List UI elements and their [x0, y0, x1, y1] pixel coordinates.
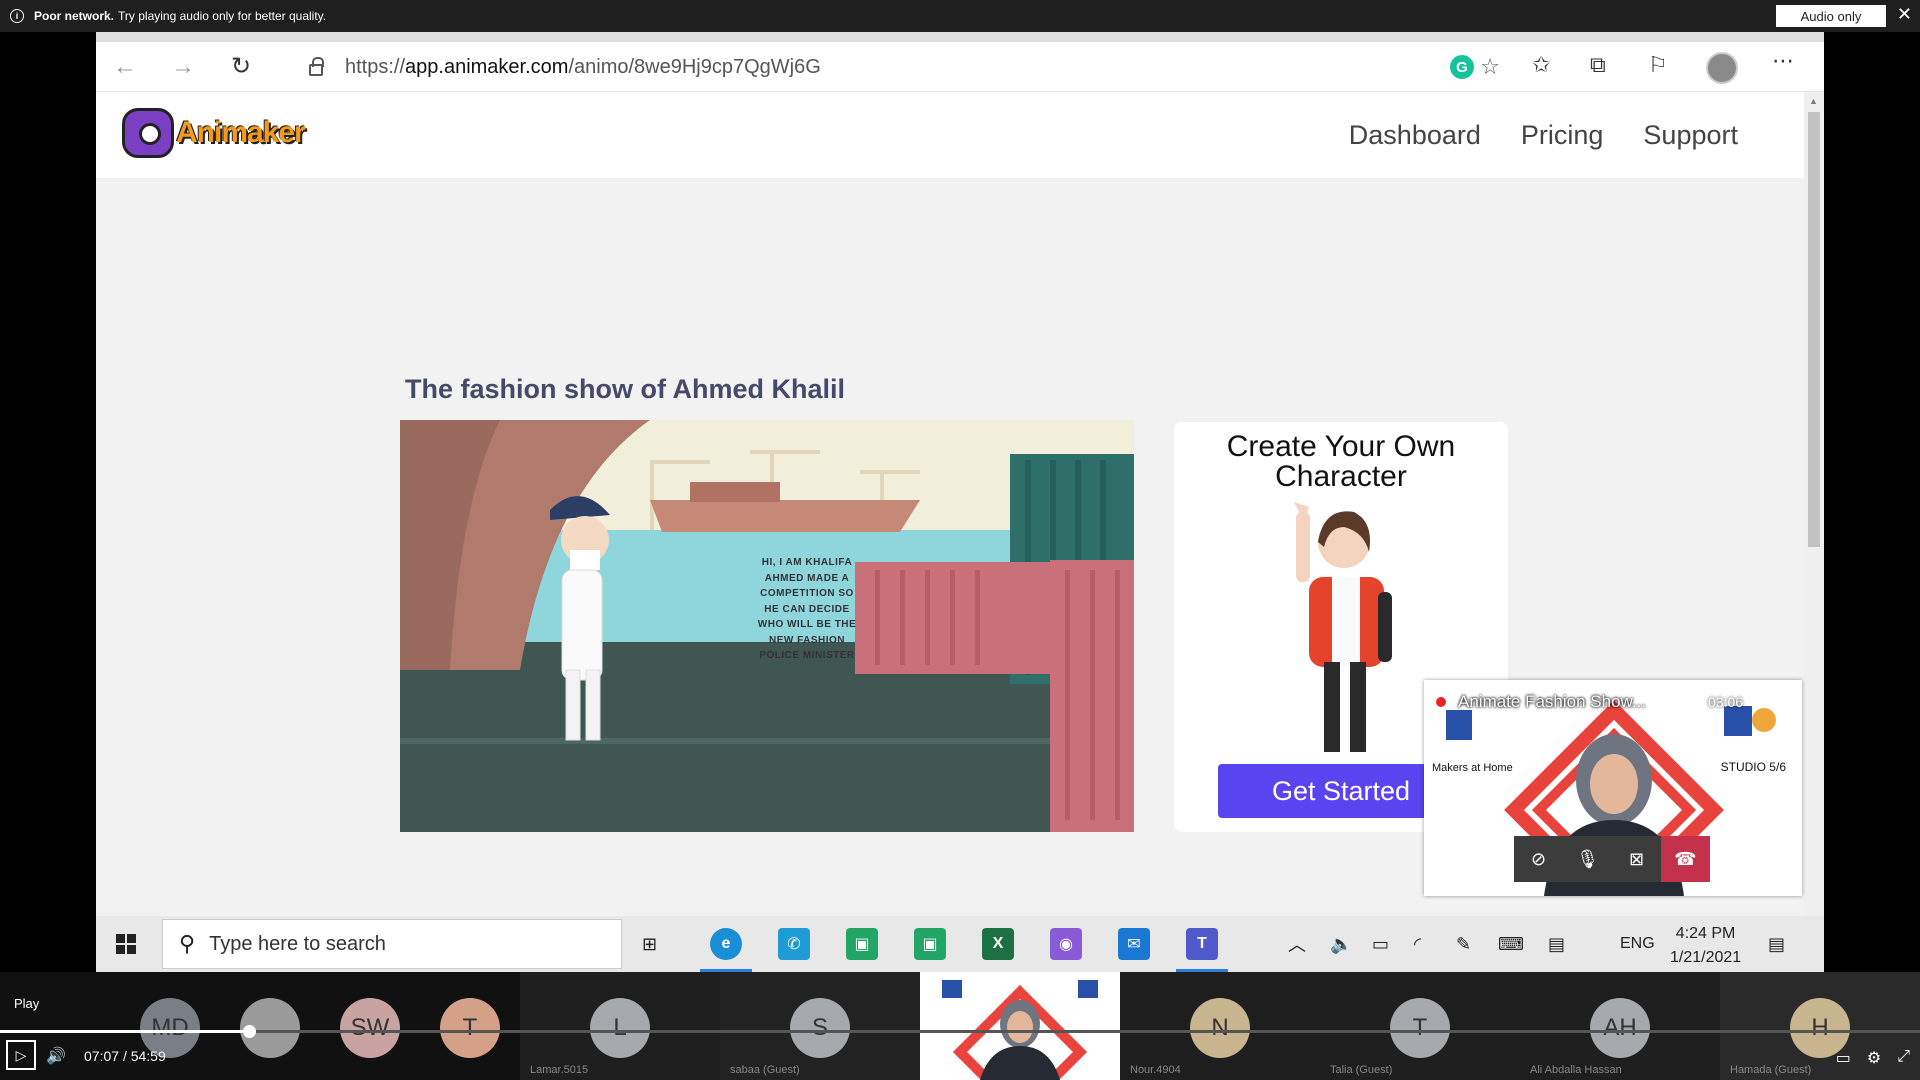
- language-indicator[interactable]: ENG: [1620, 916, 1655, 972]
- back-arrow-icon[interactable]: ←: [96, 53, 154, 81]
- nav-support[interactable]: Support: [1643, 120, 1738, 151]
- cta-title: Create Your Own Character: [1226, 430, 1456, 493]
- progress-knob[interactable]: [242, 1025, 256, 1038]
- battery-icon[interactable]: ▭: [1372, 916, 1389, 972]
- url-field[interactable]: https://app.animaker.com/animo/8we9Hj9cp…: [291, 47, 1516, 87]
- play-icon[interactable]: ▷: [6, 1040, 36, 1070]
- active-speaker-tile[interactable]: [920, 972, 1120, 1080]
- site-nav: Dashboard Pricing Support: [1349, 120, 1738, 151]
- favorite-star-icon[interactable]: ☆: [1480, 54, 1500, 80]
- windows-start-icon[interactable]: [96, 916, 156, 972]
- search-placeholder: Type here to search: [209, 932, 386, 955]
- refresh-icon[interactable]: ↻: [212, 52, 270, 81]
- teams-icon[interactable]: T: [1176, 928, 1228, 972]
- pen-icon[interactable]: ✎: [1456, 916, 1471, 972]
- participants-strip: Lamar.5015 sabaa (Guest) Nour.4904 Talia…: [0, 972, 1920, 1080]
- participant-avatar[interactable]: T: [440, 998, 500, 1058]
- camera-off-icon[interactable]: ⊘: [1514, 836, 1563, 882]
- favorites-icon[interactable]: ✩: [1532, 52, 1550, 78]
- makers-at-home-label: Makers at Home: [1432, 762, 1513, 774]
- screen: i Poor network. Try playing audio only f…: [0, 0, 1920, 1080]
- info-icon: i: [10, 9, 24, 23]
- project-title: The fashion show of Ahmed Khalil: [405, 374, 846, 404]
- volume-icon[interactable]: 🔈: [1330, 916, 1352, 972]
- mail-icon[interactable]: ✉: [1118, 928, 1150, 960]
- settings-gear-icon[interactable]: ⚙: [1867, 1048, 1881, 1068]
- scroll-up-icon[interactable]: ▲: [1809, 96, 1818, 106]
- site-header: Animaker Dashboard Pricing Support: [96, 92, 1804, 178]
- address-bar: ← → ↻ https://app.animaker.com/animo/8we…: [96, 42, 1824, 92]
- close-icon[interactable]: ✕: [1897, 4, 1912, 25]
- player-right-controls: ▭ ⚙ ⤢: [1836, 1048, 1910, 1068]
- video-player[interactable]: HI, I AM KHALIFA AHMED MADE A COMPETITIO…: [400, 420, 1134, 832]
- participant-avatar[interactable]: AH: [1590, 998, 1650, 1058]
- collections-icon[interactable]: ⧉: [1590, 52, 1606, 78]
- edge-icon[interactable]: e: [700, 928, 752, 972]
- speech-caption: HI, I AM KHALIFA AHMED MADE A COMPETITIO…: [757, 557, 857, 661]
- notifications-icon[interactable]: ▤: [1768, 916, 1785, 972]
- task-view-icon[interactable]: ⊞: [642, 916, 657, 972]
- taskbar-clock[interactable]: 4:24 PM 1/21/2021: [1670, 922, 1741, 970]
- feedback-icon[interactable]: ⚐: [1648, 52, 1668, 78]
- pip-controls: ⊘ 🎙 ⊠ ☎: [1514, 836, 1710, 882]
- animaker-logo[interactable]: Animaker: [122, 108, 306, 158]
- hang-up-icon[interactable]: ☎: [1661, 836, 1710, 882]
- studio-label: STUDIO 5/6: [1720, 760, 1786, 774]
- progress-fill: [0, 1030, 250, 1033]
- meeting-timer: 03:06: [1708, 694, 1744, 710]
- meeting-pip-window[interactable]: Animate Fashion Show... 03:06 Makers at …: [1424, 680, 1802, 896]
- microphone-icon[interactable]: 🎙: [1563, 836, 1612, 882]
- show-hidden-icons-icon[interactable]: ︿: [1288, 916, 1306, 972]
- search-icon: ⚲: [179, 931, 196, 956]
- tablet-mode-icon[interactable]: ▤: [1548, 916, 1565, 972]
- participant-avatar[interactable]: L: [590, 998, 650, 1058]
- volume-icon[interactable]: 🔊: [46, 1046, 66, 1066]
- keyboard-icon[interactable]: ⌨: [1498, 916, 1524, 972]
- animaker-app-icon[interactable]: ◉: [1050, 928, 1082, 960]
- expand-icon[interactable]: ⤢: [1897, 1048, 1910, 1068]
- animaker-mascot-icon: [122, 108, 174, 158]
- playback-time: 07:07 / 54:59: [84, 1048, 166, 1064]
- participant-avatar[interactable]: S: [790, 998, 850, 1058]
- nav-dashboard[interactable]: Dashboard: [1349, 120, 1481, 151]
- play-tooltip: Play: [14, 996, 40, 1011]
- poor-network-banner: i Poor network. Try playing audio only f…: [0, 0, 1920, 32]
- forward-arrow-icon[interactable]: →: [154, 53, 212, 81]
- participant-avatar[interactable]: T: [1390, 998, 1450, 1058]
- page-scrollbar[interactable]: ▲ ▼: [1804, 92, 1824, 962]
- google-classroom-icon[interactable]: ▣: [846, 928, 878, 960]
- audio-only-button[interactable]: Audio only: [1776, 5, 1886, 27]
- nav-pricing[interactable]: Pricing: [1521, 120, 1604, 151]
- google-classroom-2-icon[interactable]: ▣: [914, 928, 946, 960]
- windows-taskbar: ⚲ Type here to search ⊞ e ✆ ▣ ▣ X ◉ ✉ T …: [96, 916, 1824, 972]
- excel-icon[interactable]: X: [982, 928, 1014, 960]
- recording-icon: [1434, 695, 1448, 709]
- taskbar-search-box[interactable]: ⚲ Type here to search: [162, 919, 622, 969]
- whatsapp-icon[interactable]: ✆: [778, 928, 810, 960]
- more-menu-icon[interactable]: ⋯: [1772, 48, 1794, 74]
- banner-bold-text: Poor network.: [34, 9, 115, 23]
- url-text: https://app.animaker.com/animo/8we9Hj9cp…: [345, 55, 821, 78]
- tab-strip: [96, 32, 1824, 42]
- active-speaker-video: [942, 980, 1098, 1080]
- character-illustration: [1294, 502, 1392, 752]
- banner-text: Try playing audio only for better qualit…: [118, 9, 327, 23]
- scroll-thumb[interactable]: [1808, 112, 1820, 547]
- grammarly-extension-icon[interactable]: G: [1450, 55, 1474, 79]
- wifi-icon[interactable]: ◜: [1414, 916, 1421, 972]
- participant-avatar[interactable]: N: [1190, 998, 1250, 1058]
- profile-avatar[interactable]: [1706, 52, 1738, 84]
- participant-avatar[interactable]: SW: [340, 998, 400, 1058]
- pip-title: Animate Fashion Show...: [1434, 692, 1646, 712]
- lock-icon: [309, 57, 324, 76]
- stop-share-icon[interactable]: ⊠: [1612, 836, 1661, 882]
- playback-progress-bar[interactable]: [0, 1025, 1920, 1038]
- captions-icon[interactable]: ▭: [1836, 1048, 1851, 1068]
